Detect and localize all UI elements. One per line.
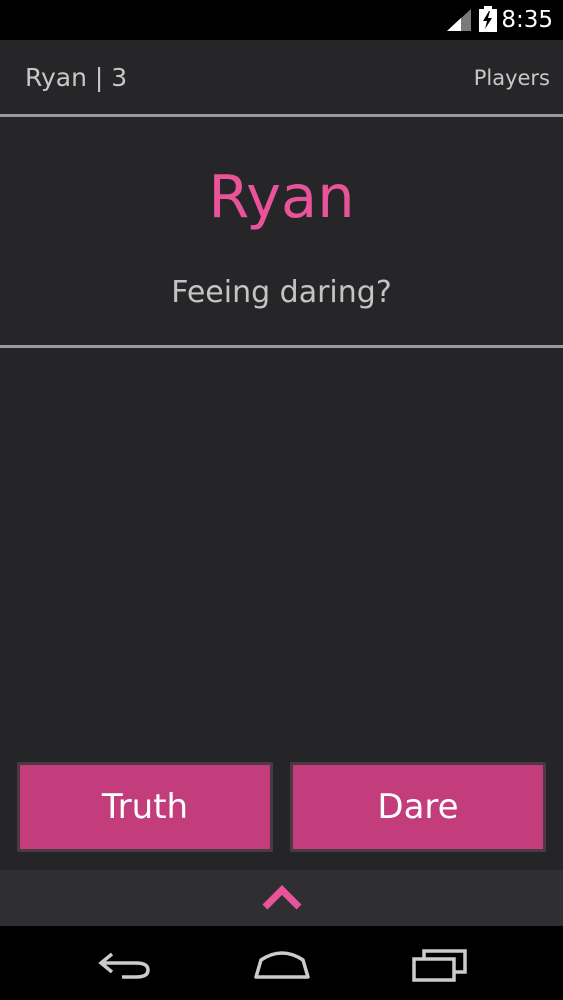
dare-button[interactable]: Dare bbox=[290, 762, 546, 852]
home-icon[interactable] bbox=[252, 948, 312, 980]
recents-icon[interactable] bbox=[412, 948, 468, 982]
player-name: Ryan bbox=[208, 162, 355, 231]
signal-icon bbox=[447, 9, 471, 31]
action-bar: Ryan | 3 Players bbox=[0, 40, 563, 115]
player-header: Ryan Feeing daring? bbox=[0, 117, 563, 345]
status-bar: 8:35 bbox=[0, 0, 563, 40]
battery-charging-icon bbox=[479, 6, 497, 32]
prompt-text: Feeing daring? bbox=[171, 275, 392, 310]
status-time: 8:35 bbox=[501, 7, 553, 33]
chevron-up-icon[interactable] bbox=[261, 883, 303, 911]
back-icon[interactable] bbox=[98, 948, 153, 982]
action-bar-title: Ryan | 3 bbox=[25, 63, 128, 92]
bottom-drawer-tab[interactable] bbox=[0, 870, 563, 926]
players-button[interactable]: Players bbox=[474, 63, 550, 93]
system-nav-bar bbox=[0, 926, 563, 1000]
truth-button[interactable]: Truth bbox=[17, 762, 273, 852]
